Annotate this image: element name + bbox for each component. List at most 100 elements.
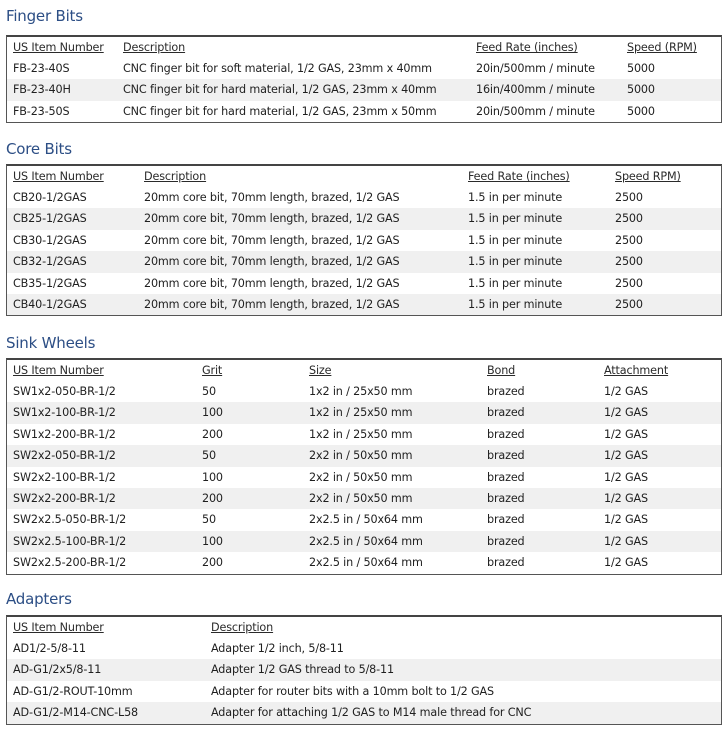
table-cell: 1/2 GAS bbox=[604, 534, 648, 548]
table-row: FB-23-50S CNC finger bit for hard materia… bbox=[7, 101, 721, 122]
table-row: SW1x2-100-BR-1/2 100 1x2 in / 25x50 mm braz… bbox=[7, 402, 721, 424]
table-row: SW2x2.5-100-BR-1/2 100 2x2.5 in / 50x64 mm… bbox=[7, 530, 721, 553]
column-header: Feed Rate (inches) bbox=[468, 170, 570, 183]
table-row: SW2x2-050-BR-1/2 50 2x2 in / 50x50 mm braze… bbox=[7, 445, 721, 467]
column-header: Speed RPM) bbox=[615, 170, 681, 183]
table-header-row: US Item Number Description Feed Rate (inch… bbox=[7, 37, 721, 58]
table-row: AD-G1/2-M14-CNC-L58 Adapter for attaching… bbox=[7, 702, 721, 724]
table-cell: brazed bbox=[487, 534, 525, 548]
section-title-core-bits: Core Bits bbox=[6, 140, 72, 158]
table-cell: 2500 bbox=[615, 297, 643, 311]
table-cell: FB-23-40H bbox=[13, 83, 71, 97]
table-row: SW1x2-200-BR-1/2 200 1x2 in / 25x50 mm braz… bbox=[7, 424, 721, 445]
table-cell: CB35-1/2GAS bbox=[13, 276, 87, 290]
table-cell: 5000 bbox=[627, 83, 655, 97]
table-cell: 50 bbox=[202, 385, 216, 398]
core-bits-table: US Item Number Description Feed Rate (inch… bbox=[6, 164, 722, 317]
table-cell: 20mm core bit, 70mm length, brazed, 1/2 … bbox=[144, 233, 400, 247]
table-cell: 20mm core bit, 70mm length, brazed, 1/2 … bbox=[144, 191, 400, 204]
table-cell: Adapter 1/2 inch, 5/8-11 bbox=[211, 642, 344, 655]
table-cell: 1.5 in per minute bbox=[468, 255, 563, 269]
table-cell: 20mm core bit, 70mm length, brazed, 1/2 … bbox=[144, 212, 400, 226]
table-cell: 1.5 in per minute bbox=[468, 212, 563, 226]
table-cell: 1/2 GAS bbox=[604, 427, 648, 441]
table-cell: AD-G1/2x5/8-11 bbox=[13, 663, 102, 677]
column-header: Description bbox=[211, 621, 274, 634]
table-cell: CB40-1/2GAS bbox=[13, 297, 87, 311]
table-cell: CNC finger bit for hard material, 1/2 GA… bbox=[123, 104, 437, 118]
table-cell: 2x2.5 in / 50x64 mm bbox=[309, 534, 423, 548]
finger-bits-table: US Item Number Description Feed Rate (inch… bbox=[6, 35, 722, 124]
column-header: Description bbox=[123, 41, 186, 54]
table-cell: 20in/500mm / minute bbox=[476, 62, 595, 75]
table-cell: CB20-1/2GAS bbox=[13, 191, 87, 204]
table-cell: CNC finger bit for hard material, 1/2 GA… bbox=[123, 83, 437, 97]
table-cell: 20mm core bit, 70mm length, brazed, 1/2 … bbox=[144, 276, 400, 290]
table-cell: SW1x2-200-BR-1/2 bbox=[13, 427, 116, 441]
table-cell: 1.5 in per minute bbox=[468, 276, 563, 290]
table-row: CB35-1/2GAS 20mm core bit, 70mm length, b… bbox=[7, 273, 721, 294]
table-cell: FB-23-50S bbox=[13, 104, 70, 118]
table-cell: CB25-1/2GAS bbox=[13, 212, 87, 226]
column-header: US Item Number bbox=[13, 364, 104, 377]
table-header-row: US Item Number Description Feed Rate (inch… bbox=[7, 166, 721, 187]
table-header-row: US Item Number Description bbox=[7, 617, 721, 638]
table-cell: SW1x2-050-BR-1/2 bbox=[13, 385, 116, 398]
column-header: US Item Number bbox=[13, 621, 104, 634]
table-cell: brazed bbox=[487, 491, 525, 505]
sink-wheels-table: US Item Number Grit Size Bond Attachment SW1x… bbox=[6, 358, 722, 575]
table-cell: 200 bbox=[202, 491, 223, 505]
table-cell: brazed bbox=[487, 406, 525, 420]
table-cell: 2x2 in / 50x50 mm bbox=[309, 449, 413, 463]
column-header: Feed Rate (inches) bbox=[476, 41, 578, 54]
table-cell: 2500 bbox=[615, 255, 643, 269]
table-cell: Adapter 1/2 GAS thread to 5/8-11 bbox=[211, 663, 394, 677]
adapters-table: US Item Number Description AD1/2-5/8-11 Ada… bbox=[6, 615, 722, 725]
table-cell: SW1x2-100-BR-1/2 bbox=[13, 406, 116, 420]
table-row: SW2x2-200-BR-1/2 200 2x2 in / 50x50 mm braz… bbox=[7, 487, 721, 510]
section-title-sink-wheels: Sink Wheels bbox=[6, 334, 96, 352]
table-cell: 100 bbox=[202, 534, 223, 548]
column-header: Bond bbox=[487, 364, 516, 377]
table-cell: 2500 bbox=[615, 212, 643, 226]
table-cell: SW2x2.5-100-BR-1/2 bbox=[13, 534, 127, 548]
table-cell: 100 bbox=[202, 406, 223, 420]
table-cell: 50 bbox=[202, 513, 216, 527]
table-row: AD-G1/2-ROUT-10mm Adapter for router bits… bbox=[7, 681, 721, 702]
table-cell: CB30-1/2GAS bbox=[13, 233, 87, 247]
table-row: SW2x2-100-BR-1/2 100 2x2 in / 50x50 mm braz… bbox=[7, 467, 721, 488]
table-cell: 1.5 in per minute bbox=[468, 233, 563, 247]
table-cell: 2x2 in / 50x50 mm bbox=[309, 470, 413, 484]
table-cell: SW2x2-200-BR-1/2 bbox=[13, 491, 116, 505]
table-cell: AD-G1/2-M14-CNC-L58 bbox=[13, 706, 138, 720]
column-header: Description bbox=[144, 170, 207, 183]
table-row: CB32-1/2GAS 20mm core bit, 70mm length, b… bbox=[7, 251, 721, 273]
table-cell: 1/2 GAS bbox=[604, 491, 648, 505]
table-cell: SW2x2.5-050-BR-1/2 bbox=[13, 513, 127, 527]
table-cell: 5000 bbox=[627, 62, 655, 75]
table-cell: 20in/500mm / minute bbox=[476, 104, 595, 118]
table-cell: 100 bbox=[202, 470, 223, 484]
table-cell: 1/2 GAS bbox=[604, 470, 648, 484]
column-header: Grit bbox=[202, 364, 223, 377]
table-cell: brazed bbox=[487, 427, 525, 441]
table-row: AD1/2-5/8-11 Adapter 1/2 inch, 5/8-11 bbox=[7, 638, 721, 659]
table-cell: 1x2 in / 25x50 mm bbox=[309, 385, 413, 398]
table-cell: FB-23-40S bbox=[13, 62, 70, 75]
section-title-finger-bits: Finger Bits bbox=[6, 7, 83, 25]
table-cell: 1/2 GAS bbox=[604, 406, 648, 420]
table-cell: 1.5 in per minute bbox=[468, 297, 563, 311]
table-cell: 200 bbox=[202, 556, 223, 570]
table-cell: 1/2 GAS bbox=[604, 449, 648, 463]
table-cell: 20mm core bit, 70mm length, brazed, 1/2 … bbox=[144, 297, 400, 311]
table-cell: 2500 bbox=[615, 276, 643, 290]
table-cell: 2x2.5 in / 50x64 mm bbox=[309, 513, 423, 527]
table-cell: brazed bbox=[487, 556, 525, 570]
table-cell: 1x2 in / 25x50 mm bbox=[309, 406, 413, 420]
table-cell: 2500 bbox=[615, 233, 643, 247]
table-row: FB-23-40S CNC finger bit for soft materia… bbox=[7, 58, 721, 79]
table-cell: 1x2 in / 25x50 mm bbox=[309, 427, 413, 441]
table-cell: 1.5 in per minute bbox=[468, 191, 563, 204]
table-cell: 5000 bbox=[627, 104, 655, 118]
table-cell: Adapter for attaching 1/2 GAS to M14 mal… bbox=[211, 706, 532, 720]
